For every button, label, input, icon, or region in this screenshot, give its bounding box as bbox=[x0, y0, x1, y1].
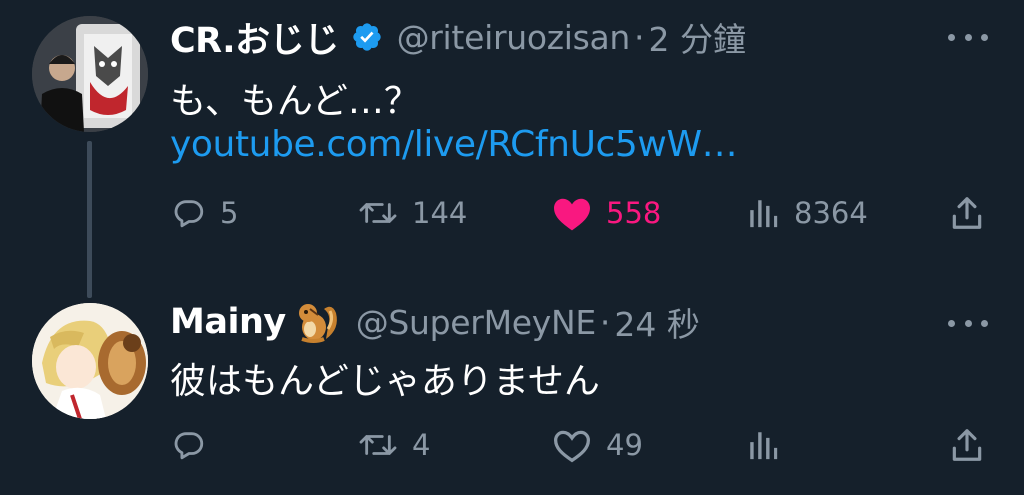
tweet-link[interactable]: youtube.com/live/RCfnUc5wW… bbox=[170, 124, 738, 165]
views-button[interactable]: 8364 bbox=[746, 188, 868, 238]
chipmunk-emoji-icon bbox=[296, 299, 342, 345]
retweet-count: 144 bbox=[412, 196, 468, 230]
reply-button[interactable]: 5 bbox=[172, 188, 238, 238]
reply-button[interactable] bbox=[172, 420, 220, 470]
avatar[interactable] bbox=[32, 303, 148, 419]
share-icon bbox=[952, 197, 982, 229]
like-count: 558 bbox=[606, 196, 662, 230]
analytics-icon bbox=[750, 200, 778, 228]
analytics-icon bbox=[750, 432, 778, 460]
like-count: 49 bbox=[606, 428, 643, 462]
display-name[interactable]: CR.おじじ bbox=[170, 12, 339, 63]
avatar[interactable] bbox=[32, 16, 148, 132]
views-button[interactable] bbox=[746, 420, 794, 470]
share-icon bbox=[952, 429, 982, 461]
retweet-count: 4 bbox=[412, 428, 431, 462]
tweet[interactable]: Mainy @SuperMeyNE · 24 秒 彼はもんどじゃありません 4 … bbox=[0, 290, 1024, 495]
action-bar: 4 49 bbox=[0, 420, 1024, 470]
tweet-text: も、もんど…？ bbox=[170, 81, 420, 122]
retweet-button[interactable]: 4 bbox=[358, 420, 430, 470]
tweet-header: Mainy @SuperMeyNE · 24 秒 bbox=[170, 297, 700, 347]
like-button[interactable]: 49 bbox=[552, 420, 643, 470]
share-button[interactable] bbox=[948, 188, 986, 238]
user-handle[interactable]: @SuperMeyNE bbox=[356, 303, 597, 342]
retweet-icon bbox=[359, 435, 397, 455]
like-button[interactable]: 558 bbox=[552, 188, 661, 238]
reply-count: 5 bbox=[220, 196, 239, 230]
separator-dot: · bbox=[599, 302, 611, 342]
tweet[interactable]: CR.おじじ @riteiruozisan · 2 分鐘 も、もんど…？ you… bbox=[0, 0, 1024, 298]
separator-dot: · bbox=[634, 17, 645, 57]
retweet-icon bbox=[359, 203, 397, 223]
more-options-icon[interactable] bbox=[948, 22, 988, 52]
reply-icon bbox=[174, 432, 204, 460]
share-button[interactable] bbox=[948, 420, 986, 470]
retweet-button[interactable]: 144 bbox=[358, 188, 467, 238]
display-name[interactable]: Mainy bbox=[170, 302, 286, 342]
timestamp[interactable]: 24 秒 bbox=[614, 298, 699, 346]
tweet-header: CR.おじじ @riteiruozisan · 2 分鐘 bbox=[170, 12, 746, 62]
more-options-icon[interactable] bbox=[948, 308, 988, 338]
verified-badge-icon bbox=[351, 21, 383, 53]
view-count: 8364 bbox=[794, 196, 868, 230]
action-bar: 5 144 558 8364 bbox=[0, 188, 1024, 238]
heart-outline-icon bbox=[553, 430, 591, 463]
timestamp[interactable]: 2 分鐘 bbox=[649, 13, 747, 61]
reply-icon bbox=[174, 200, 204, 228]
tweet-text: 彼はもんどじゃありません bbox=[170, 361, 600, 402]
heart-filled-icon bbox=[554, 198, 590, 231]
user-handle[interactable]: @riteiruozisan bbox=[397, 18, 631, 57]
